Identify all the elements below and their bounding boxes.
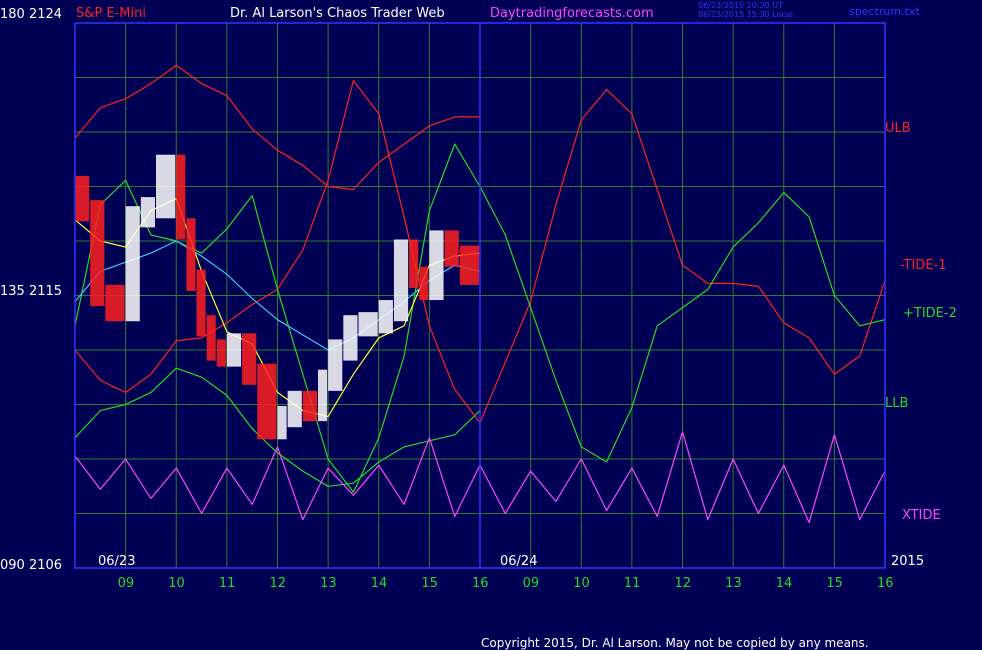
x-tick-label: 09: [117, 576, 135, 591]
x-tick-label: 09: [522, 576, 540, 591]
price-bar: [186, 218, 196, 291]
price-bar: [105, 284, 125, 322]
price-bar: [257, 363, 277, 440]
price-bar: [176, 154, 186, 240]
price-bar: [318, 369, 328, 422]
legend-ulb: ULB: [885, 121, 911, 136]
x-tick-label: 16: [472, 576, 489, 591]
x-tick-label: 15: [421, 576, 438, 591]
x-tick-label: 12: [269, 576, 287, 591]
legend-xtide: XTIDE: [902, 508, 941, 523]
chart-svg: [0, 0, 982, 650]
price-bar: [277, 406, 287, 440]
x-tick-label: 13: [320, 576, 337, 591]
bottom-scale-label: 090 2106: [0, 558, 63, 573]
year-label: 2015: [891, 554, 925, 569]
x-tick-label: 14: [370, 576, 388, 591]
price-bar: [358, 312, 378, 337]
x-tick-label: 16: [877, 576, 894, 591]
x-tick-label: 10: [168, 576, 185, 591]
website-label: Daytradingforecasts.com: [490, 6, 654, 21]
instrument-label: S&P E-Mini: [76, 6, 146, 21]
x-tick-label: 13: [725, 576, 742, 591]
price-bar: [409, 239, 419, 288]
file-name-label: spectrum.txt: [849, 5, 920, 18]
chart-title: Dr. Al Larson's Chaos Trader Web: [230, 6, 445, 21]
price-bar: [343, 315, 358, 361]
price-bar: [429, 230, 444, 301]
time-local-label: 06/23/2015 15:30 Local: [698, 10, 793, 19]
price-bar: [156, 154, 176, 219]
price-bar: [242, 333, 257, 385]
price-bar: [419, 266, 429, 301]
price-bar: [459, 245, 479, 285]
x-tick-label: 14: [775, 576, 793, 591]
x-tick-label: 11: [218, 576, 236, 591]
price-bar: [75, 175, 90, 222]
x-tick-label: 11: [623, 576, 641, 591]
price-bar: [206, 315, 216, 361]
price-bar: [328, 339, 343, 391]
price-bar: [125, 206, 140, 322]
price-bar: [444, 230, 459, 267]
price-bar: [287, 390, 302, 428]
date-label-day1: 06/23: [98, 554, 136, 569]
legend-tide2: +TIDE-2: [903, 306, 957, 321]
price-bar: [140, 197, 155, 228]
price-bar: [226, 333, 242, 367]
price-bar: [196, 269, 206, 337]
copyright-text: Copyright 2015, Dr. Al Larson. May not b…: [481, 636, 869, 650]
price-bar: [90, 200, 105, 307]
top-scale-label: 180 2124: [0, 7, 63, 22]
price-bar: [216, 339, 226, 367]
mid-scale-label: 135 2115: [0, 284, 63, 299]
x-tick-label: 15: [826, 576, 843, 591]
price-bar: [302, 390, 317, 422]
price-bar: [393, 239, 409, 322]
date-label-day2: 06/24: [500, 554, 538, 569]
price-bar: [378, 300, 393, 334]
x-tick-label: 10: [573, 576, 590, 591]
x-tick-label: 12: [674, 576, 692, 591]
legend-llb: LLB: [885, 396, 909, 411]
legend-tide1: -TIDE-1: [900, 258, 947, 273]
time-ut-label: 06/23/2015 20:30 UT: [698, 1, 783, 10]
